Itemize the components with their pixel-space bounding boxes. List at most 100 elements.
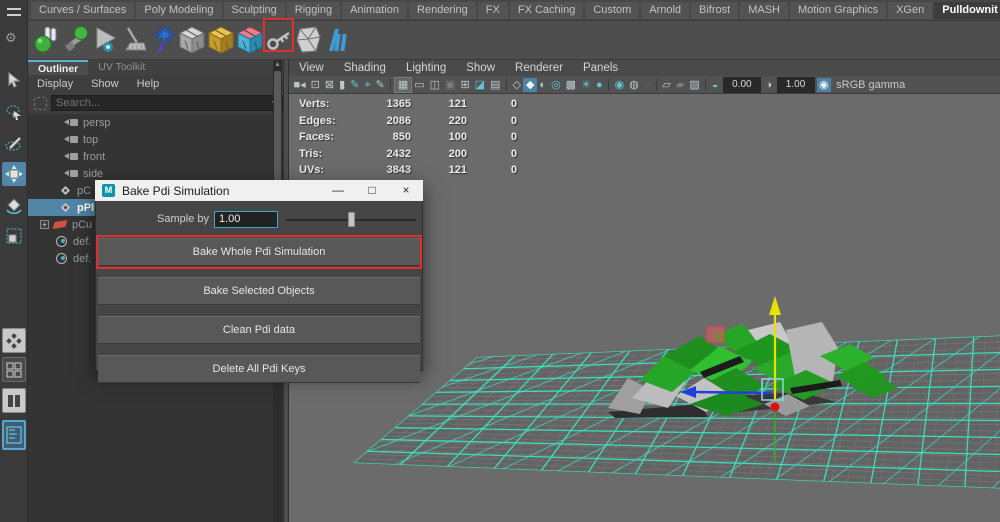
- scroll-up-icon[interactable]: ▲: [273, 60, 282, 70]
- outliner-persp-layout-button[interactable]: [2, 420, 26, 450]
- menu-tab[interactable]: Sculpting: [224, 2, 285, 19]
- field-chart-icon[interactable]: ⊞: [458, 78, 472, 92]
- divider[interactable]: [608, 79, 609, 91]
- hammer-ball-icon[interactable]: [61, 23, 90, 57]
- spiky-mace-icon[interactable]: [148, 23, 177, 57]
- key-icon[interactable]: [264, 23, 293, 57]
- hud-icon[interactable]: ▤: [488, 78, 503, 92]
- motion-blur-icon[interactable]: ●: [593, 78, 605, 92]
- play-gear-icon[interactable]: [90, 23, 119, 57]
- cracked-cube-gray-icon[interactable]: [177, 23, 206, 57]
- outliner-menu-item[interactable]: Show: [82, 78, 128, 90]
- select-camera-icon[interactable]: ■◂: [291, 78, 308, 92]
- viewport-menu-item[interactable]: View: [289, 62, 334, 74]
- wireframe-cube-icon[interactable]: ◇: [510, 78, 523, 92]
- rotate-tool-icon[interactable]: [2, 193, 26, 217]
- menu-tab[interactable]: Motion Graphics: [790, 2, 886, 19]
- sample-by-field[interactable]: 1.00: [214, 211, 278, 228]
- expand-toggle-icon[interactable]: +: [40, 220, 49, 229]
- dialog-titlebar[interactable]: M Bake Pdi Simulation — □ ×: [95, 180, 423, 201]
- outliner-menu-item[interactable]: Display: [28, 78, 82, 90]
- manipulator-origin-dot[interactable]: [771, 403, 780, 412]
- isolate-select-icon[interactable]: ◉: [612, 78, 627, 92]
- dialog-button[interactable]: Bake Whole Pdi Simulation: [98, 238, 420, 266]
- menu-tab[interactable]: Animation: [342, 2, 407, 19]
- exposure-icon[interactable]: ◒: [709, 78, 721, 92]
- sample-by-slider[interactable]: [286, 211, 416, 228]
- image-plane-icon[interactable]: ◪: [472, 78, 487, 92]
- divider[interactable]: [705, 79, 706, 91]
- pencil-icon[interactable]: ✎: [348, 78, 362, 92]
- menu-tab[interactable]: Rendering: [409, 2, 476, 19]
- menu-tab[interactable]: Poly Modeling: [136, 2, 221, 19]
- outliner-row[interactable]: front: [28, 148, 283, 165]
- outliner-row[interactable]: top: [28, 131, 283, 148]
- pivot-icon[interactable]: ⌖: [362, 78, 373, 92]
- two-pane-layout-button[interactable]: [2, 388, 26, 413]
- menu-tab[interactable]: Custom: [585, 2, 639, 19]
- pulldownit-logo-icon[interactable]: [322, 23, 351, 57]
- dialog-button[interactable]: Delete All Pdi Keys: [98, 355, 420, 383]
- select-tool-icon[interactable]: [2, 68, 26, 92]
- exposure-value[interactable]: 0.00: [723, 77, 761, 93]
- menu-hamburger-icon[interactable]: [7, 8, 21, 16]
- single-pane-layout-button[interactable]: [2, 328, 26, 353]
- shadows-icon[interactable]: ▩: [563, 78, 578, 92]
- shaded-cube-icon[interactable]: ◆: [523, 78, 536, 92]
- bowling-pins-ball-icon[interactable]: [32, 23, 61, 57]
- dialog-button[interactable]: Bake Selected Objects: [98, 277, 420, 305]
- outliner-menu-item[interactable]: Help: [128, 78, 169, 90]
- viewport-menu-item[interactable]: Panels: [573, 62, 628, 74]
- gate-mask-icon[interactable]: ▣: [443, 78, 458, 92]
- slider-handle[interactable]: [348, 212, 355, 227]
- divider[interactable]: [506, 79, 507, 91]
- paint-select-tool-icon[interactable]: [2, 132, 26, 156]
- menu-tab[interactable]: Rigging: [287, 2, 340, 19]
- viewport-menu-item[interactable]: Renderer: [505, 62, 573, 74]
- filter-icon[interactable]: [34, 97, 47, 110]
- scale-tool-icon[interactable]: [2, 224, 26, 248]
- resolution-gate-icon[interactable]: ◫: [427, 78, 442, 92]
- dialog-button[interactable]: Clean Pdi data: [98, 316, 420, 344]
- menu-tab[interactable]: FX: [478, 2, 508, 19]
- screen-icon[interactable]: ▨: [687, 78, 702, 92]
- gear-icon[interactable]: ⚙: [5, 30, 17, 46]
- bake-pdi-simulation-dialog[interactable]: M Bake Pdi Simulation — □ × Sample by 1.…: [95, 180, 423, 371]
- viewport-menu-item[interactable]: Lighting: [396, 62, 456, 74]
- film-gate-icon[interactable]: ▭: [412, 78, 427, 92]
- maximize-button[interactable]: □: [355, 180, 389, 201]
- grid-icon[interactable]: ▦: [394, 77, 411, 93]
- menu-tab[interactable]: XGen: [888, 2, 932, 19]
- menu-tab[interactable]: FX Caching: [510, 2, 583, 19]
- broom-icon[interactable]: [119, 23, 148, 57]
- stack-icon[interactable]: ▱: [660, 78, 673, 92]
- menu-tab[interactable]: Pulldownit: [934, 2, 1000, 19]
- cracked-cube-gold-icon[interactable]: [206, 23, 235, 57]
- viewport-menu-item[interactable]: Show: [456, 62, 505, 74]
- menu-tab[interactable]: Curves / Surfaces: [31, 2, 134, 19]
- menu-tab[interactable]: Arnold: [641, 2, 689, 19]
- stack2-icon[interactable]: ▰: [673, 78, 686, 92]
- gamma-switch-icon[interactable]: ◉: [817, 78, 832, 92]
- four-pane-layout-button[interactable]: [2, 357, 26, 382]
- brush-icon[interactable]: ✎: [373, 78, 387, 92]
- close-button[interactable]: ×: [389, 180, 423, 201]
- xray-icon[interactable]: ◍: [627, 78, 642, 92]
- minimize-button[interactable]: —: [321, 180, 355, 201]
- menu-tab[interactable]: MASH: [740, 2, 788, 19]
- lights-icon[interactable]: ◎: [549, 78, 564, 92]
- cracked-cube-blue-red-icon[interactable]: [235, 23, 264, 57]
- search-input[interactable]: [51, 95, 284, 111]
- ao-icon[interactable]: ☀: [579, 78, 594, 92]
- bookmark-icon[interactable]: ▮: [337, 78, 348, 92]
- lasso-select-tool-icon[interactable]: [2, 100, 26, 124]
- divider[interactable]: [656, 79, 657, 91]
- camera-lock-icon[interactable]: ⊡: [308, 78, 322, 92]
- divider[interactable]: [390, 79, 391, 91]
- joints-xray-icon[interactable]: ◌: [641, 78, 653, 92]
- gamma-value[interactable]: 1.00: [777, 77, 815, 93]
- colorspace-label[interactable]: sRGB gamma: [831, 78, 908, 92]
- menu-tab[interactable]: Bifrost: [691, 2, 738, 19]
- contrast-icon[interactable]: ◑: [763, 78, 775, 92]
- cracked-wall-icon[interactable]: [293, 23, 322, 57]
